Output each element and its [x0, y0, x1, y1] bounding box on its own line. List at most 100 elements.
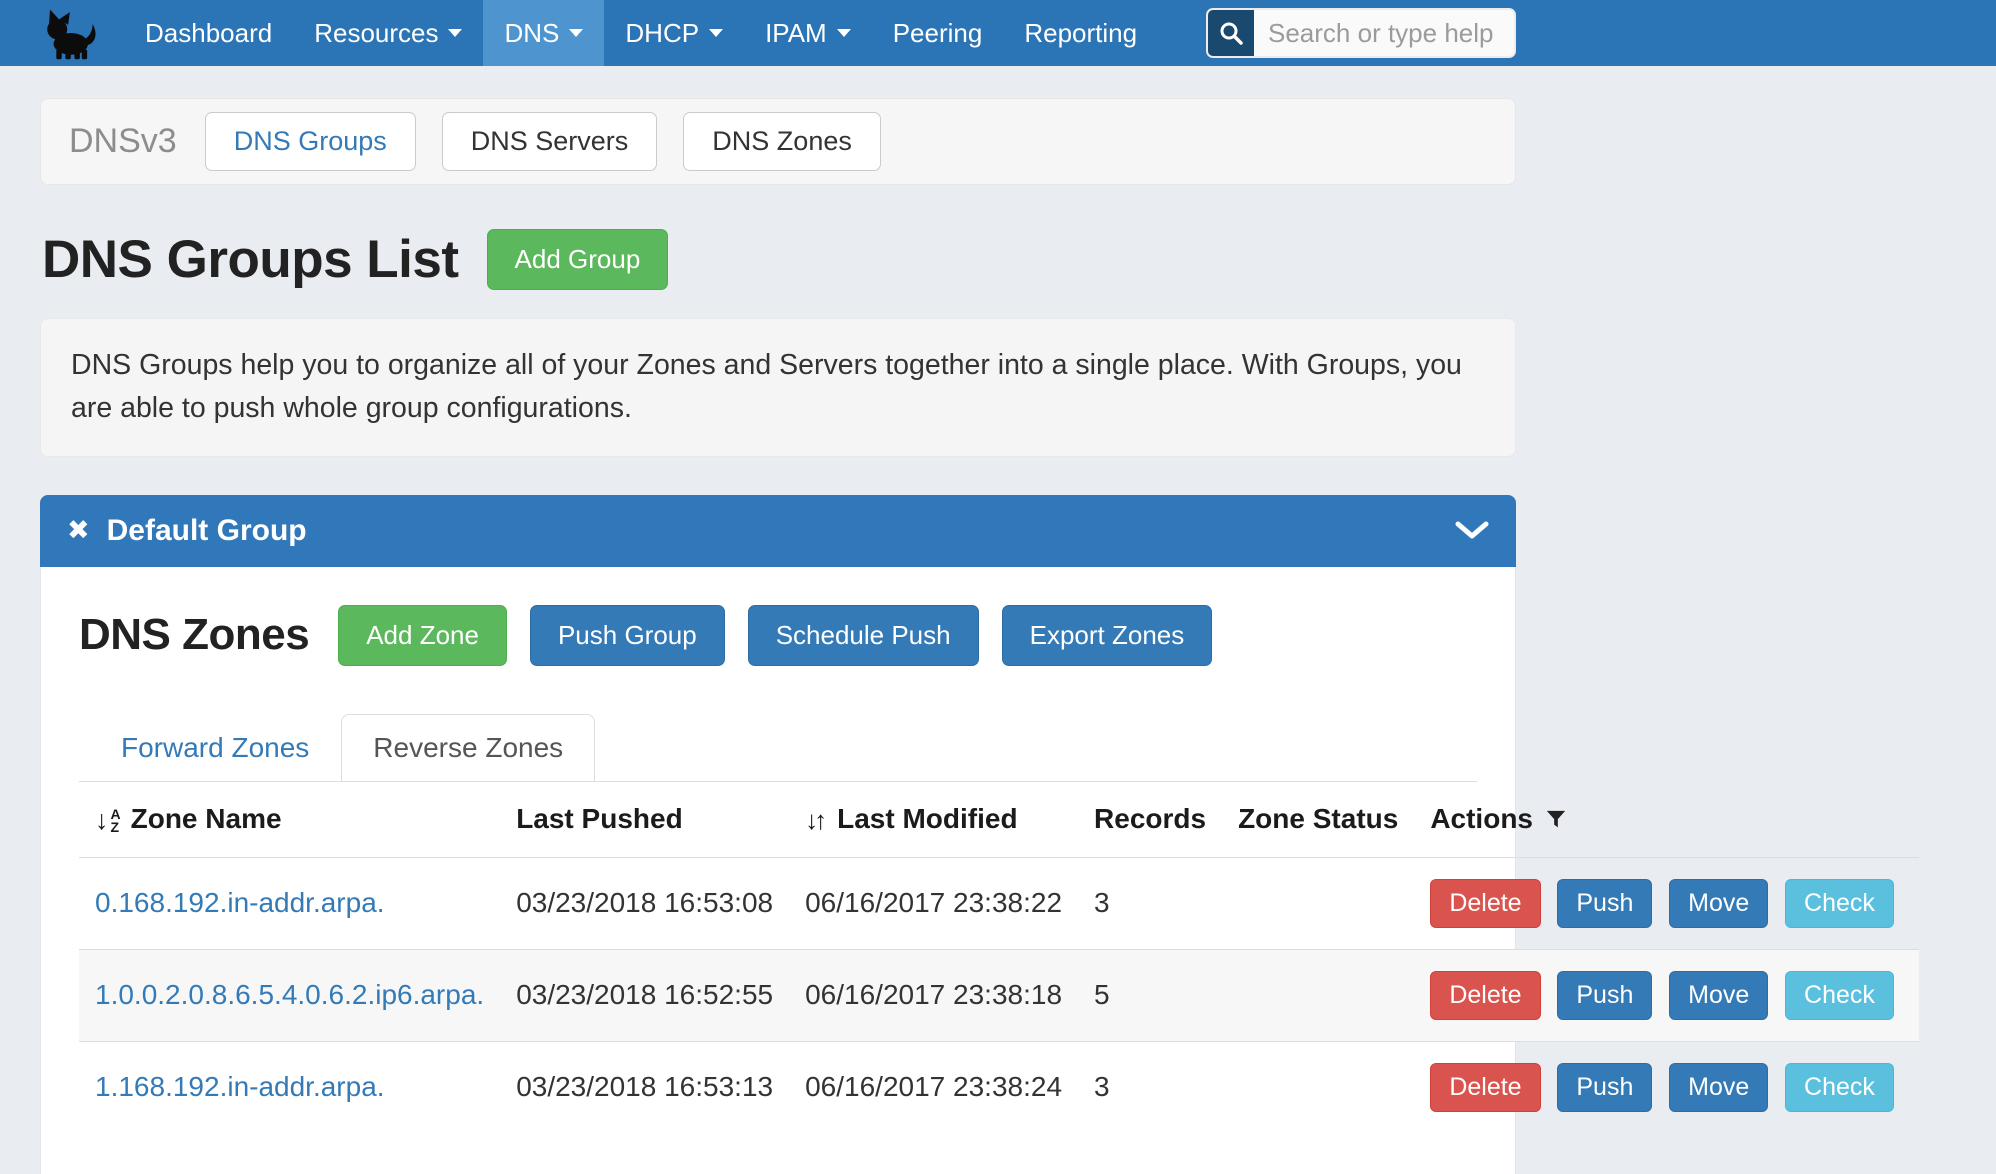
caret-down-icon	[837, 29, 851, 37]
table-row: 0.168.192.in-addr.arpa. 03/23/2018 16:53…	[79, 857, 1919, 949]
sort-alpha-icon[interactable]: ↓AZ	[95, 807, 121, 834]
zone-status-cell	[1222, 857, 1414, 949]
nav-item-label: Resources	[314, 18, 438, 49]
actions-cell: Delete Push Move Check	[1414, 857, 1919, 949]
move-button[interactable]: Move	[1669, 1063, 1768, 1112]
sort-icon: ↓↑	[805, 805, 823, 836]
group-panel-title: Default Group	[107, 514, 307, 548]
move-button[interactable]: Move	[1669, 879, 1768, 928]
group-panel: ✖ Default Group DNS Zones Add Zone Push …	[40, 495, 1516, 1174]
group-panel-body: DNS Zones Add Zone Push Group Schedule P…	[40, 567, 1516, 1174]
last-pushed-cell: 03/23/2018 16:52:55	[500, 949, 789, 1041]
page-title: DNS Groups List	[42, 229, 459, 290]
nav-item-peering[interactable]: Peering	[872, 0, 1004, 66]
last-pushed-cell: 03/23/2018 16:53:08	[500, 857, 789, 949]
nav-item-label: Dashboard	[145, 18, 272, 49]
add-group-button[interactable]: Add Group	[487, 229, 669, 290]
col-label: Records	[1094, 803, 1206, 834]
caret-down-icon	[448, 29, 462, 37]
col-label: Zone Name	[131, 803, 282, 834]
search-icon	[1218, 20, 1244, 46]
col-last-modified[interactable]: ↓↑ Last Modified	[789, 782, 1078, 858]
col-label: Zone Status	[1238, 803, 1398, 834]
records-cell: 3	[1078, 857, 1222, 949]
nav-item-dns[interactable]: DNS	[483, 0, 604, 66]
cat-logo-icon	[40, 5, 98, 61]
tab-forward-zones[interactable]: Forward Zones	[89, 714, 341, 782]
nav-item-label: DNS	[504, 18, 559, 49]
filter-icon[interactable]	[1545, 809, 1567, 831]
push-button[interactable]: Push	[1557, 879, 1652, 928]
col-zone-status: Zone Status	[1222, 782, 1414, 858]
section-bar: DNSv3 DNS Groups DNS Servers DNS Zones	[40, 98, 1516, 185]
nav-item-label: IPAM	[765, 18, 827, 49]
check-button[interactable]: Check	[1785, 879, 1894, 928]
col-last-pushed[interactable]: Last Pushed	[500, 782, 789, 858]
nav-item-dhcp[interactable]: DHCP	[604, 0, 744, 66]
last-modified-cell: 06/16/2017 23:38:18	[789, 949, 1078, 1041]
add-zone-button[interactable]: Add Zone	[338, 605, 507, 666]
table-row: 1.168.192.in-addr.arpa. 03/23/2018 16:53…	[79, 1041, 1919, 1133]
records-cell: 5	[1078, 949, 1222, 1041]
delete-button[interactable]: Delete	[1430, 1063, 1540, 1112]
col-label: Last Modified	[837, 803, 1017, 834]
top-navbar: Dashboard Resources DNS DHCP IPAM Peerin…	[0, 0, 1996, 66]
move-button[interactable]: Move	[1669, 971, 1768, 1020]
delete-button[interactable]: Delete	[1430, 971, 1540, 1020]
close-icon[interactable]: ✖	[67, 515, 90, 546]
records-cell: 3	[1078, 1041, 1222, 1133]
push-group-button[interactable]: Push Group	[530, 605, 725, 666]
dns-servers-button[interactable]: DNS Servers	[442, 112, 658, 171]
actions-cell: Delete Push Move Check	[1414, 949, 1919, 1041]
section-label: DNSv3	[69, 122, 177, 161]
description-text: DNS Groups help you to organize all of y…	[71, 349, 1462, 424]
chevron-down-icon[interactable]	[1455, 521, 1489, 541]
last-pushed-cell: 03/23/2018 16:53:13	[500, 1041, 789, 1133]
nav-item-label: Peering	[893, 18, 983, 49]
tab-reverse-zones[interactable]: Reverse Zones	[341, 714, 595, 782]
navbar-inner: Dashboard Resources DNS DHCP IPAM Peerin…	[40, 0, 1516, 66]
dns-groups-button[interactable]: DNS Groups	[205, 112, 416, 171]
page: Dashboard Resources DNS DHCP IPAM Peerin…	[0, 0, 1996, 1174]
col-label: Actions	[1430, 803, 1533, 834]
caret-down-icon	[569, 29, 583, 37]
brand-logo[interactable]	[40, 5, 98, 61]
nav-item-label: Reporting	[1024, 18, 1137, 49]
group-panel-header[interactable]: ✖ Default Group	[40, 495, 1516, 567]
last-modified-cell: 06/16/2017 23:38:22	[789, 857, 1078, 949]
zones-heading-row: DNS Zones Add Zone Push Group Schedule P…	[79, 605, 1477, 666]
col-actions: Actions	[1414, 782, 1919, 858]
nav-item-resources[interactable]: Resources	[293, 0, 483, 66]
check-button[interactable]: Check	[1785, 1063, 1894, 1112]
nav-item-label: DHCP	[625, 18, 699, 49]
export-zones-button[interactable]: Export Zones	[1002, 605, 1213, 666]
zone-link[interactable]: 1.0.0.2.0.8.6.5.4.0.6.2.ip6.arpa.	[95, 979, 484, 1010]
push-button[interactable]: Push	[1557, 971, 1652, 1020]
zones-table: ↓AZ Zone Name Last Pushed ↓↑ Last Modified…	[79, 782, 1919, 1133]
zone-link[interactable]: 0.168.192.in-addr.arpa.	[95, 887, 385, 918]
col-records: Records	[1078, 782, 1222, 858]
zone-link[interactable]: 1.168.192.in-addr.arpa.	[95, 1071, 385, 1102]
search-button[interactable]	[1208, 10, 1254, 56]
table-header-row: ↓AZ Zone Name Last Pushed ↓↑ Last Modified…	[79, 782, 1919, 858]
caret-down-icon	[709, 29, 723, 37]
dns-zones-button[interactable]: DNS Zones	[683, 112, 881, 171]
delete-button[interactable]: Delete	[1430, 879, 1540, 928]
check-button[interactable]: Check	[1785, 971, 1894, 1020]
description-box: DNS Groups help you to organize all of y…	[40, 318, 1516, 457]
dns-zones-heading: DNS Zones	[79, 610, 309, 660]
navbar-search	[1206, 8, 1516, 58]
push-button[interactable]: Push	[1557, 1063, 1652, 1112]
zone-status-cell	[1222, 1041, 1414, 1133]
title-row: DNS Groups List Add Group	[42, 229, 1996, 290]
schedule-push-button[interactable]: Schedule Push	[748, 605, 979, 666]
nav-item-dashboard[interactable]: Dashboard	[124, 0, 293, 66]
zone-status-cell	[1222, 949, 1414, 1041]
nav-item-ipam[interactable]: IPAM	[744, 0, 872, 66]
last-modified-cell: 06/16/2017 23:38:24	[789, 1041, 1078, 1133]
col-label: Last Pushed	[516, 803, 682, 834]
actions-cell: Delete Push Move Check	[1414, 1041, 1919, 1133]
nav-item-reporting[interactable]: Reporting	[1003, 0, 1158, 66]
search-input[interactable]	[1254, 10, 1514, 56]
col-zone-name[interactable]: ↓AZ Zone Name	[79, 782, 500, 858]
